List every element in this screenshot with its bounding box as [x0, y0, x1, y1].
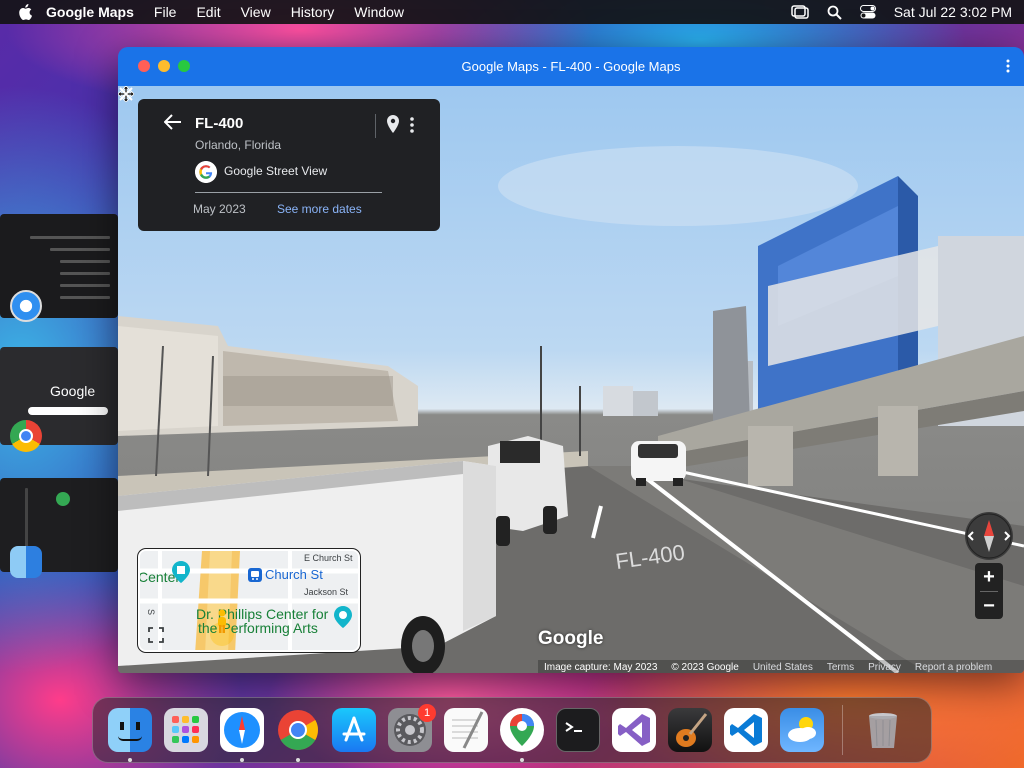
google-g-icon: [195, 161, 217, 183]
window-close-button[interactable]: [138, 60, 150, 72]
dock-chrome[interactable]: [270, 702, 326, 762]
finder-icon[interactable]: [10, 546, 42, 578]
window-title: Google Maps - FL-400 - Google Maps: [461, 59, 681, 74]
card-divider-horizontal: [195, 192, 382, 193]
place-title: FL-400: [195, 115, 244, 132]
street-view-panorama[interactable]: FL-400 FL-400 Orlando, Florida Google St…: [118, 86, 1024, 673]
dock-app-store[interactable]: [326, 702, 382, 758]
menu-history[interactable]: History: [291, 4, 335, 20]
menu-window[interactable]: Window: [354, 4, 404, 20]
visual-studio-dock-icon: [612, 708, 656, 752]
dock-vscode[interactable]: [718, 702, 774, 758]
window-titlebar: Google Maps - FL-400 - Google Maps: [118, 47, 1024, 86]
finder-dock-icon: [108, 708, 152, 752]
menu-edit[interactable]: Edit: [196, 4, 220, 20]
capture-date: May 2023: [193, 202, 246, 216]
apple-icon[interactable]: [18, 4, 32, 20]
card-divider-vertical: [375, 114, 376, 138]
dock-textedit[interactable]: [438, 702, 494, 758]
window-minimize-button[interactable]: [158, 60, 170, 72]
menu-bar: Google Maps File Edit View History Windo…: [0, 0, 1024, 24]
minimap[interactable]: E Church St Jackson St S Center Church S…: [138, 549, 360, 652]
safari-dock-icon: [220, 708, 264, 752]
minimap-label-s: S: [146, 608, 157, 616]
compass-control[interactable]: [965, 512, 1013, 560]
dock-google-maps[interactable]: [494, 702, 550, 762]
terminal-dock-icon: [556, 708, 600, 752]
expand-map-icon[interactable]: [148, 627, 164, 643]
region-link[interactable]: United States: [753, 662, 813, 673]
dock-trash[interactable]: [855, 702, 911, 758]
see-more-dates-link[interactable]: See more dates: [277, 202, 362, 216]
report-problem-link[interactable]: Report a problem: [915, 662, 992, 673]
dock-finder[interactable]: [102, 702, 158, 762]
spotlight-search-icon[interactable]: [827, 5, 842, 20]
dock-system-settings[interactable]: 1: [382, 702, 438, 758]
weather-dock-icon: [780, 708, 824, 752]
garageband-dock-icon: [668, 708, 712, 752]
image-capture-info: Image capture: May 2023: [544, 661, 658, 673]
dock-launchpad[interactable]: [158, 702, 214, 758]
place-subtitle: Orlando, Florida: [195, 138, 282, 152]
dock-terminal[interactable]: [550, 702, 606, 758]
dock-visual-studio[interactable]: [606, 702, 662, 758]
street-view-info-card: FL-400 Orlando, Florida Google Street Vi…: [138, 99, 440, 231]
google-watermark: Google: [538, 628, 604, 649]
app-store-dock-icon: [332, 708, 376, 752]
control-center-icon[interactable]: [859, 5, 876, 19]
train-station-icon: [248, 568, 262, 582]
dock-separator: [842, 705, 843, 755]
theater-poi-icon: [334, 606, 352, 628]
launchpad-dock-icon: [164, 708, 208, 752]
menu-view[interactable]: View: [241, 4, 271, 20]
minimap-label-e-church: E Church St: [304, 553, 353, 563]
textedit-dock-icon: [444, 708, 488, 752]
minimap-label-church-st: Church St: [265, 567, 323, 582]
vscode-dock-icon: [724, 708, 768, 752]
pegman-icon[interactable]: [215, 609, 229, 633]
minimap-poi-marker-icon: [172, 561, 190, 583]
window-maximize-button[interactable]: [178, 60, 190, 72]
google-maps-dock-icon: [500, 708, 544, 752]
copyright-text: © 2023 Google: [671, 661, 739, 673]
notification-badge: 1: [418, 704, 436, 722]
dock: 1: [92, 697, 932, 763]
minimap-label-jackson: Jackson St: [304, 587, 349, 597]
privacy-link[interactable]: Privacy: [868, 662, 901, 673]
back-arrow-icon[interactable]: [164, 114, 182, 130]
zoom-control: + −: [975, 563, 1003, 619]
thumb-google-logo: Google: [50, 383, 96, 399]
dock-weather[interactable]: [774, 702, 830, 758]
safari-icon[interactable]: [10, 290, 42, 322]
source-label: Google Street View: [224, 164, 328, 178]
menu-app-name[interactable]: Google Maps: [46, 4, 134, 20]
chrome-icon[interactable]: [10, 420, 42, 452]
location-pin-icon[interactable]: [387, 115, 399, 133]
trash-dock-icon: [861, 708, 905, 752]
menu-clock[interactable]: Sat Jul 22 3:02 PM: [894, 4, 1012, 20]
zoom-in-button[interactable]: +: [975, 563, 1003, 591]
menu-file[interactable]: File: [154, 4, 177, 20]
terms-link[interactable]: Terms: [827, 662, 854, 673]
dock-garageband[interactable]: [662, 702, 718, 758]
compass-icon: [966, 513, 1012, 559]
zoom-out-button[interactable]: −: [975, 592, 1003, 620]
google-maps-window: Google Maps - FL-400 - Google Maps FL-40…: [118, 47, 1024, 673]
close-street-view-icon[interactable]: [118, 86, 134, 102]
more-options-icon[interactable]: [410, 117, 414, 133]
map-footer: Image capture: May 2023 © 2023 Google Un…: [538, 660, 1024, 673]
window-menu-icon[interactable]: [1006, 59, 1010, 73]
stage-manager-icon[interactable]: [790, 5, 809, 19]
chrome-dock-icon: [276, 708, 320, 752]
dock-safari[interactable]: [214, 702, 270, 762]
